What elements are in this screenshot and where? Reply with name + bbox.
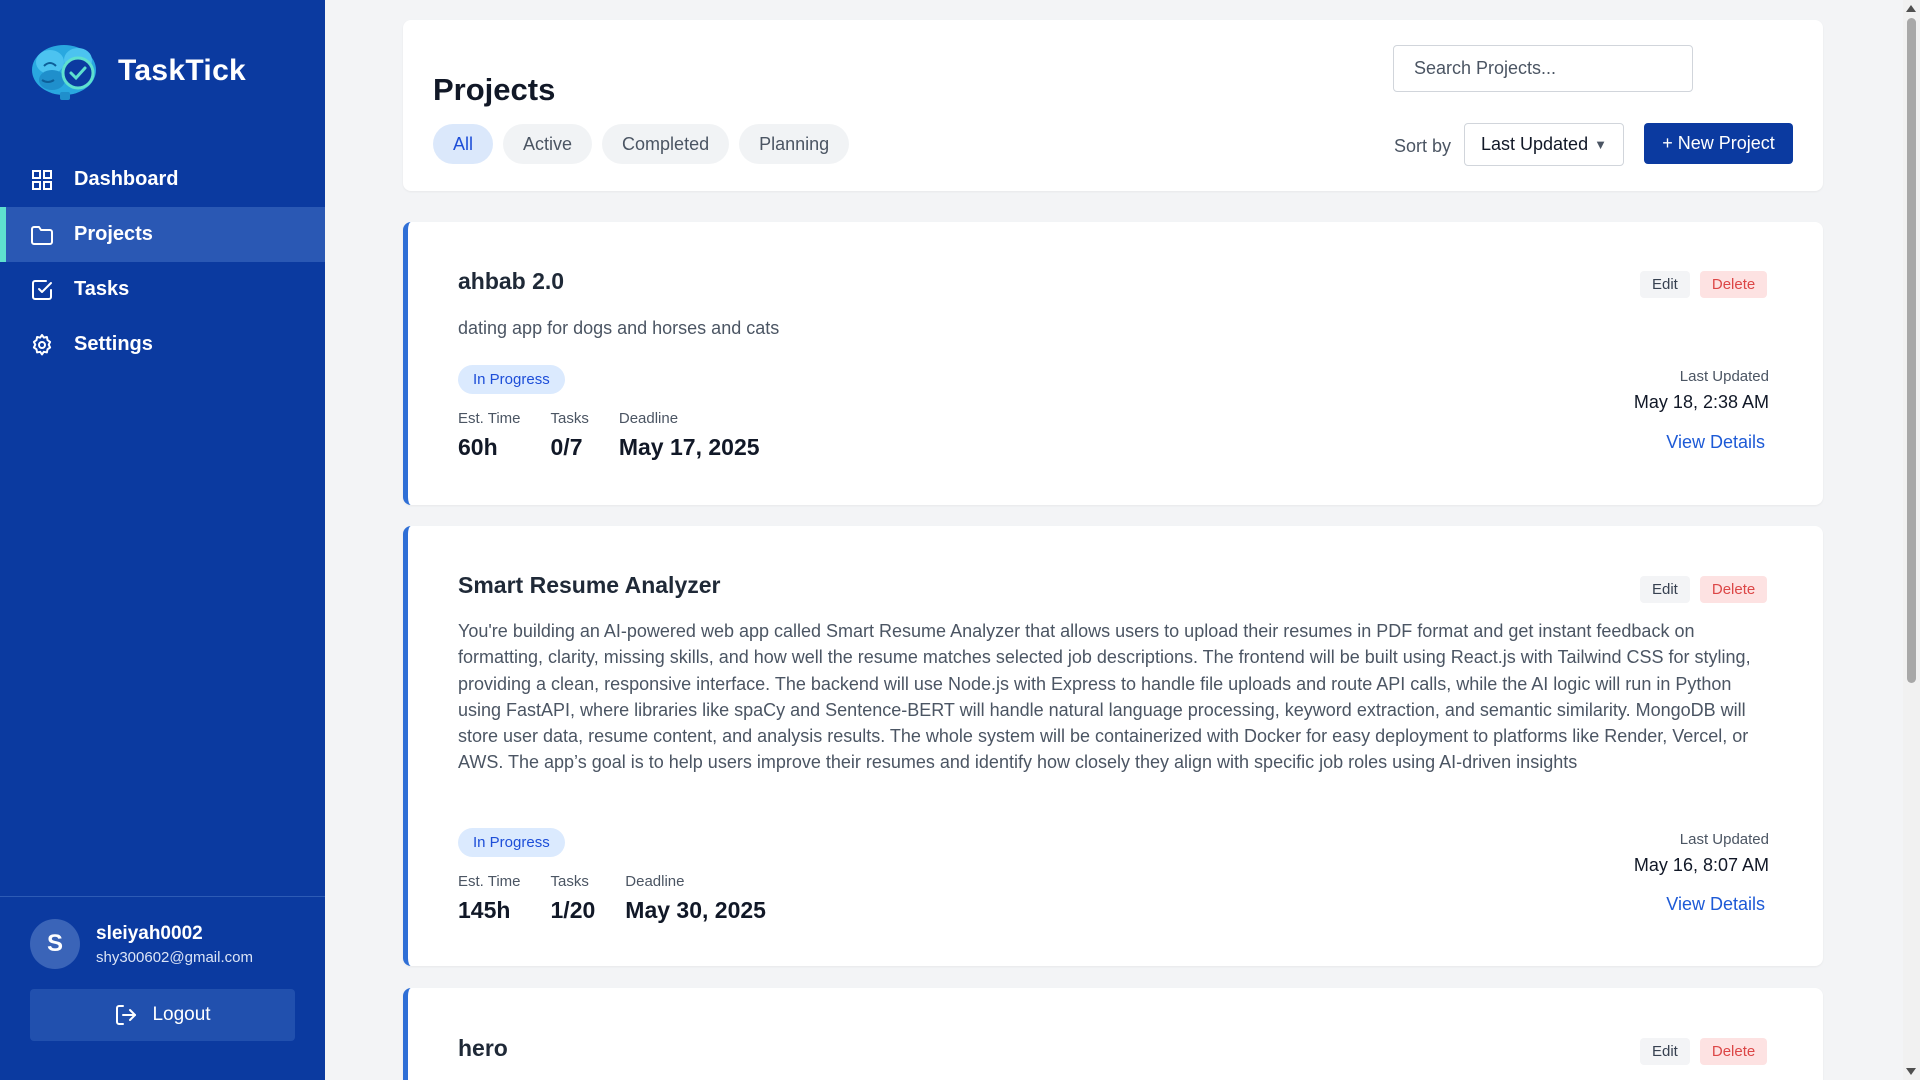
status-badge: In Progress [458, 828, 565, 857]
search-input[interactable] [1393, 45, 1693, 92]
filter-all[interactable]: All [433, 124, 494, 164]
stat-tasks: Tasks 1/20 [551, 873, 596, 924]
sort-label: Sort by [1394, 136, 1452, 156]
project-title: ahbab 2.0 [458, 268, 565, 294]
edit-button[interactable]: Edit [1640, 271, 1690, 298]
stat-est-time: Est. Time 60h [458, 410, 521, 461]
scroll-up-arrow-icon[interactable] [1906, 5, 1916, 12]
last-updated: Last Updated May 16, 8:07 AM [1634, 831, 1769, 876]
filter-completed[interactable]: Completed [602, 124, 730, 164]
sidebar-item-label: Settings [74, 333, 153, 355]
stat-value: 60h [458, 434, 498, 460]
avatar: S [30, 919, 80, 969]
logout-button[interactable]: Logout [30, 989, 295, 1041]
sidebar-item-dashboard[interactable]: Dashboard [0, 152, 325, 207]
grid-icon [30, 168, 54, 192]
stat-value: 0/7 [550, 434, 583, 460]
stat-label: Tasks [550, 873, 589, 890]
updated-label: Last Updated [1679, 831, 1769, 848]
edit-button[interactable]: Edit [1640, 576, 1690, 603]
sidebar-item-label: Dashboard [74, 168, 179, 190]
edit-button[interactable]: Edit [1640, 1038, 1690, 1065]
project-card: ahbab 2.0 Edit Delete dating app for dog… [403, 222, 1823, 505]
new-project-button[interactable]: + New Project [1644, 123, 1793, 164]
project-stats: Est. Time 60h Tasks 0/7 Deadline May 17,… [458, 410, 760, 461]
app-name: TaskTick [118, 54, 247, 87]
project-description: You're building an AI-powered web app ca… [458, 621, 1751, 773]
view-details-link[interactable]: View Details [1666, 894, 1765, 915]
sidebar-item-label: Projects [74, 223, 153, 245]
stat-value: May 30, 2025 [625, 897, 766, 923]
sidebar-item-tasks[interactable]: Tasks [0, 262, 325, 317]
sidebar-item-settings[interactable]: Settings [0, 317, 325, 372]
stat-deadline: Deadline May 17, 2025 [619, 410, 760, 461]
stat-deadline: Deadline May 30, 2025 [625, 873, 766, 924]
filter-chips: All Active Completed Planning [433, 124, 850, 164]
stat-value: 1/20 [550, 897, 596, 923]
card-actions: Edit Delete [1640, 1038, 1768, 1065]
project-title: hero [458, 1035, 508, 1061]
stat-label: Est. Time [458, 873, 521, 890]
stat-label: Est. Time [458, 410, 521, 427]
user-name: sleiyah0002 [96, 922, 203, 944]
view-details-link[interactable]: View Details [1666, 432, 1765, 453]
stat-value: May 17, 2025 [618, 434, 760, 460]
sidebar-footer: S sleiyah0002 shy300602@gmail.com Logout [0, 896, 325, 1041]
brain-clock-icon [32, 45, 96, 100]
delete-button[interactable]: Delete [1699, 1038, 1768, 1065]
checkbox-icon [30, 278, 54, 302]
stat-est-time: Est. Time 145h [458, 873, 521, 924]
project-card: Smart Resume Analyzer Edit Delete You're… [403, 526, 1823, 966]
stat-label: Deadline [625, 873, 685, 890]
delete-button[interactable]: Delete [1699, 576, 1768, 603]
sidebar-item-projects[interactable]: Projects [0, 207, 325, 262]
sidebar-nav: Dashboard Projects Tasks Settings [0, 152, 325, 372]
brand[interactable]: TaskTick [30, 40, 246, 102]
sidebar-item-label: Tasks [74, 278, 130, 300]
scroll-down-arrow-icon[interactable] [1906, 1068, 1916, 1075]
user-email: shy300602@gmail.com [96, 948, 253, 966]
last-updated: Last Updated May 18, 2:38 AM [1634, 368, 1769, 413]
project-card: hero Edit Delete [403, 988, 1823, 1080]
card-actions: Edit Delete [1640, 576, 1768, 603]
stat-label: Tasks [550, 410, 589, 427]
filter-planning[interactable]: Planning [739, 124, 850, 164]
logout-label: Logout [152, 1004, 211, 1025]
card-actions: Edit Delete [1640, 271, 1768, 298]
updated-value: May 16, 8:07 AM [1633, 855, 1769, 875]
page-title: Projects [433, 72, 556, 107]
folder-icon [30, 223, 54, 247]
sort-value: Last Updated [1481, 134, 1589, 154]
updated-value: May 18, 2:38 AM [1633, 392, 1769, 412]
gear-icon [30, 333, 54, 357]
status-badge: In Progress [458, 365, 565, 394]
user-profile: S sleiyah0002 shy300602@gmail.com [30, 919, 295, 969]
sort-select[interactable]: Last Updated ▼ [1464, 123, 1624, 166]
updated-label: Last Updated [1679, 368, 1769, 385]
project-title: Smart Resume Analyzer [458, 572, 721, 598]
page-scrollbar[interactable] [1903, 0, 1920, 1080]
scroll-thumb[interactable] [1907, 18, 1916, 683]
stat-label: Deadline [618, 410, 679, 427]
chevron-down-icon: ▼ [1594, 137, 1607, 152]
project-description: dating app for dogs and horses and cats [458, 318, 780, 338]
delete-button[interactable]: Delete [1699, 271, 1768, 298]
logout-icon [114, 1003, 138, 1027]
sidebar: TaskTick Dashboard Projects Tasks Settin… [0, 0, 325, 1080]
stat-tasks: Tasks 0/7 [551, 410, 589, 461]
project-stats: Est. Time 145h Tasks 1/20 Deadline May 3… [458, 873, 766, 924]
stat-value: 145h [458, 897, 511, 923]
projects-header: Projects All Active Completed Planning S… [403, 20, 1823, 191]
filter-active[interactable]: Active [503, 124, 593, 164]
